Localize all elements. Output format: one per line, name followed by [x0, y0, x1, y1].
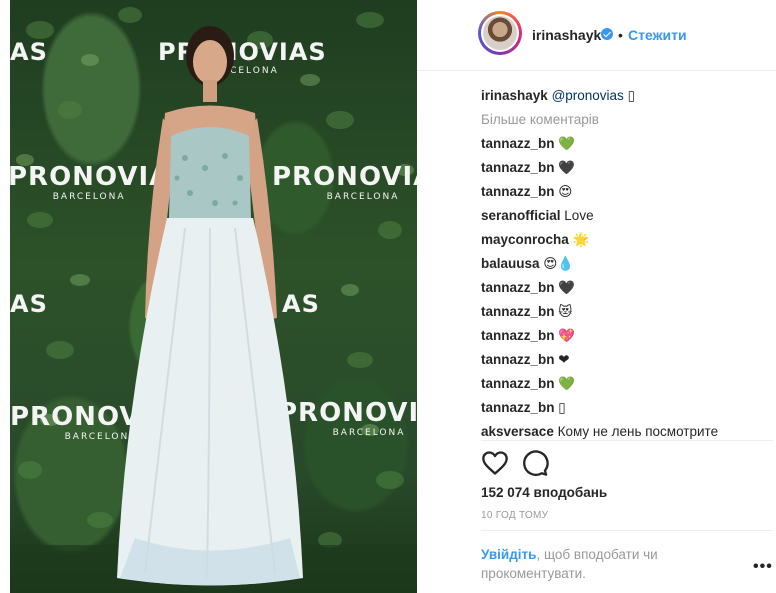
comment-text: 💚: [558, 376, 576, 391]
comment-text: 💚: [558, 136, 576, 151]
separator-dot: •: [618, 27, 623, 43]
comment-username[interactable]: tannazz_bn: [481, 352, 555, 367]
login-link[interactable]: Увійдіть: [481, 547, 536, 562]
comment-username[interactable]: aksversace: [481, 424, 554, 439]
caption-username[interactable]: irinashayk: [481, 88, 548, 103]
verified-badge-icon: [601, 28, 613, 40]
load-more-comments-button[interactable]: Більше коментарів: [481, 110, 773, 134]
avatar[interactable]: [478, 11, 522, 55]
comment-row: tannazz_bn 💖: [481, 326, 773, 350]
post-header: irinashayk • Стежити: [417, 0, 776, 71]
heart-icon[interactable]: [481, 449, 509, 477]
comment-text: 😍💧: [543, 256, 575, 271]
post-timestamp[interactable]: 10 ГОД ТОМУ: [481, 510, 548, 521]
comment-row: tannazz_bn 🖤: [481, 278, 773, 302]
comment-username[interactable]: seranofficial: [481, 208, 561, 223]
divider: [481, 440, 773, 441]
comment-row: tannazz_bn ▯: [481, 398, 773, 422]
comment-username[interactable]: tannazz_bn: [481, 400, 555, 415]
comment-row: seranofficial Love: [481, 206, 773, 230]
comment-text: Love: [564, 208, 594, 223]
comment-row: aksversace Кому не лень посмотрите: [481, 422, 773, 440]
brand-text-partial: AS: [10, 38, 48, 66]
comment-row: mayconrocha 🌟: [481, 230, 773, 254]
comment-text: 😻: [558, 304, 573, 319]
comment-username[interactable]: tannazz_bn: [481, 304, 555, 319]
comments-list[interactable]: irinashayk @pronovias ▯ Більше коментарі…: [481, 86, 773, 440]
comment-username[interactable]: tannazz_bn: [481, 328, 555, 343]
comment-row: tannazz_bn 🖤: [481, 158, 773, 182]
comment-row: balauusa 😍💧: [481, 254, 773, 278]
divider: [481, 530, 773, 531]
caption-emoji: ▯: [627, 88, 636, 103]
comment-row: tannazz_bn 😍: [481, 182, 773, 206]
comment-icon[interactable]: [521, 449, 549, 477]
comment-username[interactable]: tannazz_bn: [481, 136, 555, 151]
comment-username[interactable]: balauusa: [481, 256, 540, 271]
comment-username[interactable]: tannazz_bn: [481, 160, 555, 175]
login-prompt: Увійдіть, щоб вподобати чи прокоментуват…: [481, 545, 711, 583]
username-link[interactable]: irinashayk: [532, 27, 601, 43]
comment-text: 🖤: [558, 280, 576, 295]
comment-text: 🌟: [572, 232, 590, 247]
comment-row: tannazz_bn ❤: [481, 350, 773, 374]
comment-username[interactable]: tannazz_bn: [481, 184, 555, 199]
comment-row: tannazz_bn 💚: [481, 374, 773, 398]
post-caption: irinashayk @pronovias ▯: [481, 86, 773, 110]
brand-text-partial-left: AS: [10, 290, 48, 318]
comment-text: ❤: [558, 352, 570, 367]
comment-username[interactable]: mayconrocha: [481, 232, 569, 247]
comment-text: 💖: [558, 328, 576, 343]
comment-username[interactable]: tannazz_bn: [481, 280, 555, 295]
post-details-panel: irinashayk • Стежити irinashayk @pronovi…: [417, 0, 776, 593]
comment-text: 🖤: [558, 160, 576, 175]
likes-count[interactable]: 152 074 вподобань: [481, 485, 607, 500]
comment-text: 😍: [558, 184, 573, 199]
comment-username[interactable]: tannazz_bn: [481, 376, 555, 391]
follow-button[interactable]: Стежити: [628, 27, 687, 43]
comment-row: tannazz_bn 😻: [481, 302, 773, 326]
more-options-button[interactable]: •••: [753, 558, 773, 576]
comment-text: Кому не лень посмотрите: [557, 424, 719, 439]
comment-text: ▯: [558, 400, 566, 415]
post-photo[interactable]: AS PRONOVIAS BARCELONA PRONOVIA BARCELON…: [10, 0, 417, 593]
comment-row: tannazz_bn 💚: [481, 134, 773, 158]
avatar-image: [483, 16, 517, 50]
caption-mention[interactable]: @pronovias: [552, 88, 624, 103]
model-figure: [117, 26, 303, 586]
